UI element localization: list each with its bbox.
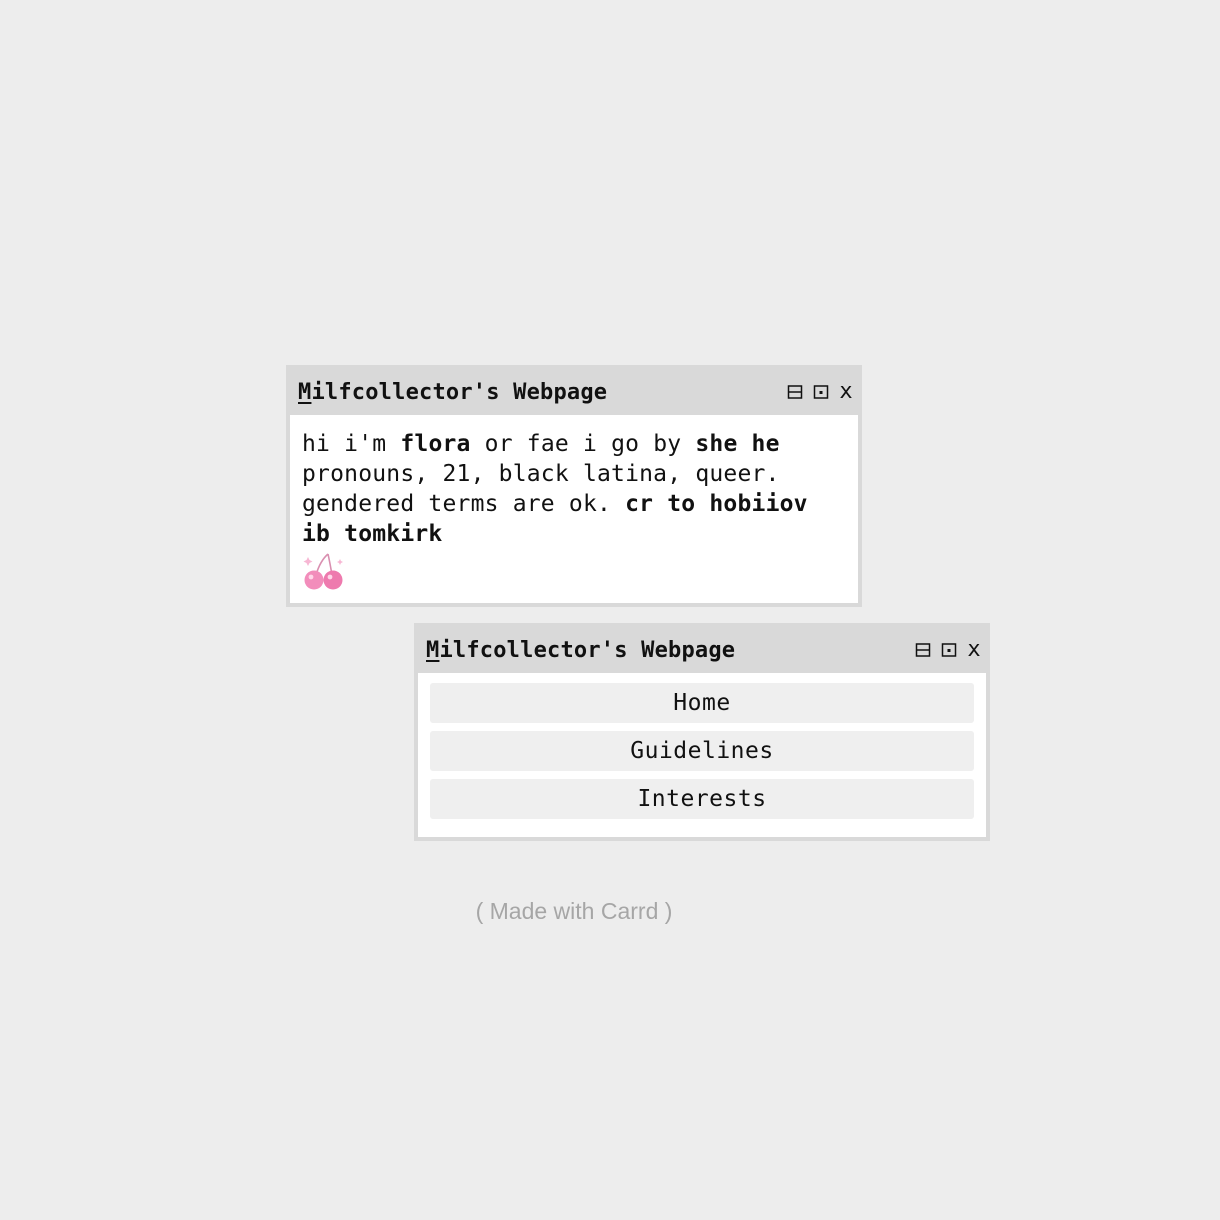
nav-window: Milfcollector's Webpage x Home Guideline… xyxy=(414,623,990,841)
cherries-icon xyxy=(303,553,343,590)
window-title-text: ilfcollector's Webpage xyxy=(439,637,736,663)
minimize-icon[interactable] xyxy=(786,383,804,401)
close-button[interactable]: x xyxy=(838,381,854,403)
window-title-initial: M xyxy=(298,379,312,405)
window-title: Milfcollector's Webpage xyxy=(294,380,607,405)
intro-window: Milfcollector's Webpage x hi i'm flora o… xyxy=(286,365,862,607)
window-controls: x xyxy=(786,381,854,403)
titlebar[interactable]: Milfcollector's Webpage x xyxy=(286,365,862,415)
maximize-icon[interactable] xyxy=(940,641,958,659)
close-button[interactable]: x xyxy=(966,639,982,661)
intro-name: flora xyxy=(400,431,471,457)
window-controls: x xyxy=(914,639,982,661)
window-title-text: ilfcollector's Webpage xyxy=(311,379,608,405)
window-title-initial: M xyxy=(426,637,440,663)
minimize-icon[interactable] xyxy=(914,641,932,659)
nav-menu: Home Guidelines Interests xyxy=(418,673,986,829)
intro-pronouns: she he xyxy=(695,431,780,457)
made-with-carrd-link[interactable]: ( Made with Carrd ) xyxy=(0,898,1148,925)
intro-text-part: or fae i go by xyxy=(470,431,696,457)
nav-home-button[interactable]: Home xyxy=(430,683,974,723)
window-title: Milfcollector's Webpage xyxy=(422,638,735,663)
intro-text: hi i'm flora or fae i go by she he prono… xyxy=(290,415,858,601)
maximize-icon[interactable] xyxy=(812,383,830,401)
titlebar[interactable]: Milfcollector's Webpage x xyxy=(414,623,990,673)
nav-interests-button[interactable]: Interests xyxy=(430,779,974,819)
intro-text-part: hi i'm xyxy=(302,431,401,457)
nav-guidelines-button[interactable]: Guidelines xyxy=(430,731,974,771)
